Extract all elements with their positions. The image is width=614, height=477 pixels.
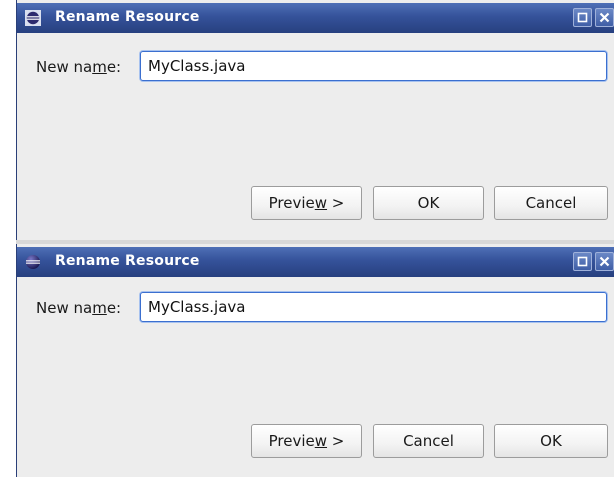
maximize-icon bbox=[577, 256, 588, 267]
close-button[interactable] bbox=[595, 252, 614, 271]
new-name-input[interactable]: MyClass.java bbox=[140, 51, 607, 81]
maximize-button[interactable] bbox=[573, 8, 592, 27]
eclipse-icon bbox=[25, 10, 41, 26]
maximize-icon bbox=[577, 12, 588, 23]
maximize-button[interactable] bbox=[573, 252, 592, 271]
dialog-title: Rename Resource bbox=[55, 9, 200, 25]
new-name-label: New name: bbox=[36, 58, 122, 76]
close-button[interactable] bbox=[595, 8, 614, 27]
eclipse-sphere-icon bbox=[26, 255, 40, 269]
ok-button[interactable]: OK bbox=[494, 424, 608, 458]
preview-button[interactable]: Preview > bbox=[251, 186, 362, 220]
title-bar[interactable]: Rename Resource bbox=[17, 247, 614, 277]
new-name-label: New name: bbox=[36, 299, 122, 317]
preview-button[interactable]: Preview > bbox=[251, 424, 362, 458]
close-icon bbox=[599, 12, 610, 23]
cancel-button[interactable]: Cancel bbox=[373, 424, 484, 458]
title-bar[interactable]: Rename Resource bbox=[17, 3, 614, 33]
new-name-input[interactable]: MyClass.java bbox=[140, 292, 607, 322]
rename-dialog-bottom: Rename Resource New name: MyClass.java P… bbox=[16, 244, 614, 477]
rename-dialog-top: Rename Resource New name: MyClass.java P… bbox=[16, 0, 614, 240]
close-icon bbox=[599, 256, 610, 267]
ok-button[interactable]: OK bbox=[373, 186, 484, 220]
cancel-button[interactable]: Cancel bbox=[494, 186, 608, 220]
dialog-title: Rename Resource bbox=[55, 253, 200, 269]
